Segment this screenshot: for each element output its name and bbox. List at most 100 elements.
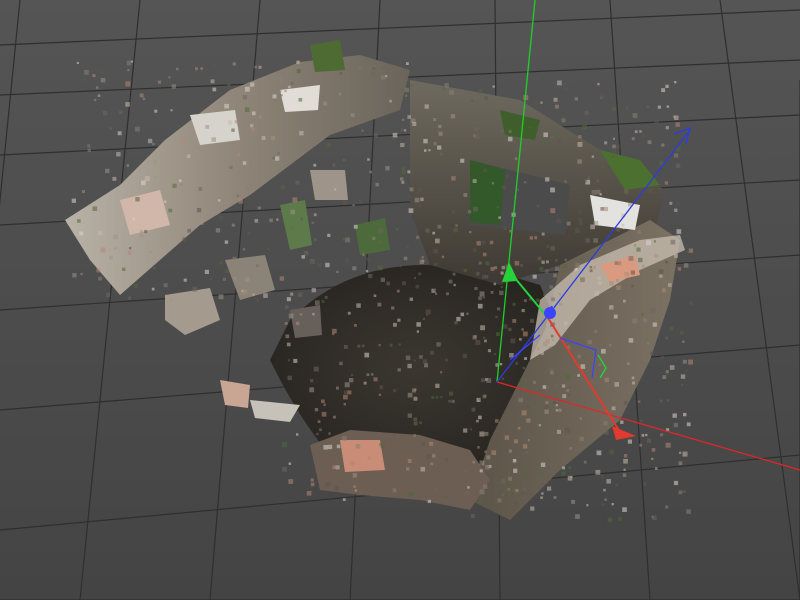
scan-point [555,132,561,137]
scan-point [126,73,130,77]
scan-point [332,465,336,469]
scan-point [418,272,422,276]
scan-point [622,227,625,230]
scan-point [628,256,634,261]
scan-point [292,197,298,203]
scan-point [654,119,659,125]
scan-point [530,318,535,323]
scan-point [664,181,668,185]
scan-point [373,133,378,138]
viewport-canvas[interactable] [0,0,800,600]
scan-point [553,273,557,278]
scan-point [412,122,417,126]
scan-point [168,76,171,79]
scan-point [371,71,376,76]
scan-point [613,314,618,319]
scan-point [290,209,295,215]
scan-point [658,160,664,166]
scan-point [406,467,410,471]
scan-point [669,201,673,205]
scan-point [482,296,485,299]
scan-point [501,265,506,270]
scan-point [665,370,669,374]
scan-point [632,318,638,324]
z-axis-arrow-icon[interactable] [544,307,556,319]
scan-point [566,389,569,392]
scan-point [339,63,344,69]
scan-point [119,110,123,115]
scan-point [407,413,412,418]
scan-point [126,164,130,167]
scan-point [418,204,422,208]
scan-point [244,107,250,112]
scan-point [128,246,132,250]
scan-point [554,384,558,388]
scan-point [578,135,582,139]
scan-point [491,182,494,185]
scan-point [358,67,361,70]
scan-point [508,449,512,453]
scan-point [433,142,437,146]
scan-point [187,228,192,233]
scan-point [536,205,540,208]
scan-point [87,144,91,148]
scan-point [544,405,549,410]
scan-point [373,294,377,298]
scan-point [296,60,300,65]
scan-point [355,444,361,449]
scan-point [192,286,198,292]
scan-point [361,344,365,348]
scan-point [675,201,680,206]
scan-point [651,515,654,518]
scan-point [417,187,422,192]
scan-point [657,322,661,325]
scan-point [574,97,578,101]
scan-point [178,179,182,183]
scan-point [479,460,485,466]
scan-point [180,183,183,186]
scan-point [674,254,678,258]
scan-point [84,70,89,75]
scan-point [685,369,688,372]
scan-point [616,285,621,290]
scan-point [638,257,643,263]
scan-point [611,148,617,153]
scan-point [604,377,609,383]
scan-point [282,466,287,472]
scan-point [424,104,429,109]
scan-point [517,426,521,430]
scan-point [500,271,504,275]
scan-point [212,62,216,67]
scan-point [564,180,567,183]
scan-point [544,269,549,274]
scan-point [338,92,342,96]
scan-point [634,130,638,134]
scan-point [83,78,87,82]
scan-point [140,234,144,238]
scan-point [288,313,294,319]
scan-point [484,450,487,453]
scan-point [518,397,523,403]
scan-point [105,168,110,174]
scan-point [522,366,525,370]
scan-point [234,120,238,124]
3d-viewport[interactable] [0,0,800,600]
scan-point [614,242,617,245]
scan-point [495,419,499,423]
scan-point [537,125,540,128]
scan-point [446,292,449,296]
scan-point [578,217,583,222]
scan-point [181,138,187,143]
scan-point [686,509,691,514]
scan-point [512,319,517,323]
scan-point [466,312,469,315]
scan-point [575,514,580,519]
scan-point [280,94,283,97]
scan-point [441,255,445,259]
scan-point [657,105,661,109]
scan-point [651,448,656,452]
scan-point [631,137,635,141]
scan-point [681,384,684,387]
scan-point [378,393,381,396]
scan-point [643,482,647,486]
